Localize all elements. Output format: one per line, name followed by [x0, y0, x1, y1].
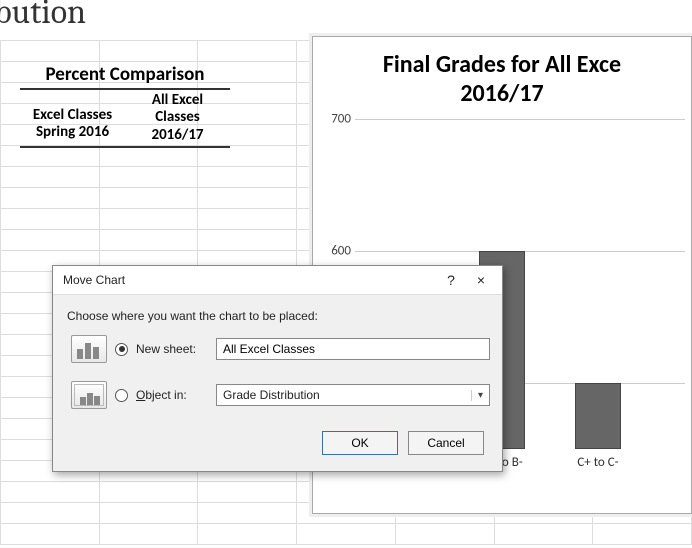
pc-col1-l2: Spring 2016: [22, 124, 123, 141]
dialog-prompt: Choose where you want the chart to be pl…: [67, 309, 488, 323]
dialog-buttons: OK Cancel: [65, 427, 490, 459]
radio-object-in[interactable]: [115, 389, 128, 402]
option-object-in-row: Object in: Grade Distribution ▾: [71, 381, 490, 409]
chevron-down-icon[interactable]: ▾: [471, 390, 489, 401]
object-in-value: Grade Distribution: [217, 388, 471, 402]
pc-col1: Excel Classes Spring 2016: [20, 90, 125, 146]
object-in-label[interactable]: Object in:: [136, 388, 208, 402]
pc-col2-l3: 2016/17: [127, 127, 228, 144]
object-in-combo[interactable]: Grade Distribution ▾: [216, 384, 490, 406]
x-tick-label: C+ to C-: [575, 455, 621, 470]
percent-comparison-table: Percent Comparison Excel Classes Spring …: [20, 62, 230, 148]
option-new-sheet-row: New sheet:: [71, 335, 490, 363]
ok-button[interactable]: OK: [322, 431, 398, 455]
pc-col2: All Excel Classes 2016/17: [125, 90, 230, 146]
dialog-title: Move Chart: [63, 273, 436, 287]
pc-heading: Percent Comparison: [20, 62, 230, 90]
move-chart-dialog: Move Chart ? × Choose where you want the…: [52, 265, 503, 472]
pc-col2-l1: All Excel: [127, 92, 228, 109]
new-sheet-icon: [71, 335, 107, 363]
object-in-icon: [71, 381, 107, 409]
pc-col1-l1: Excel Classes: [22, 107, 123, 124]
radio-new-sheet[interactable]: [115, 343, 128, 356]
chart-title: Final Grades for All Exce 2016/17: [313, 37, 691, 113]
new-sheet-label[interactable]: New sheet:: [136, 342, 208, 356]
close-button[interactable]: ×: [466, 272, 496, 288]
new-sheet-input[interactable]: [216, 338, 490, 360]
bar[interactable]: [575, 383, 621, 449]
pc-col2-l2: Classes: [127, 109, 228, 126]
help-button[interactable]: ?: [436, 272, 466, 288]
dialog-titlebar[interactable]: Move Chart ? ×: [53, 266, 502, 295]
page-title-partial: bution: [0, 0, 86, 32]
y-tick-label: 700: [317, 111, 351, 126]
spreadsheet-bg: bution Percent Comparison Excel Classes …: [0, 0, 692, 548]
chart-title-l2: 2016/17: [460, 79, 543, 108]
y-tick-label: 600: [317, 243, 351, 258]
cancel-button[interactable]: Cancel: [408, 431, 484, 455]
chart-title-l1: Final Grades for All Exce: [383, 50, 621, 79]
